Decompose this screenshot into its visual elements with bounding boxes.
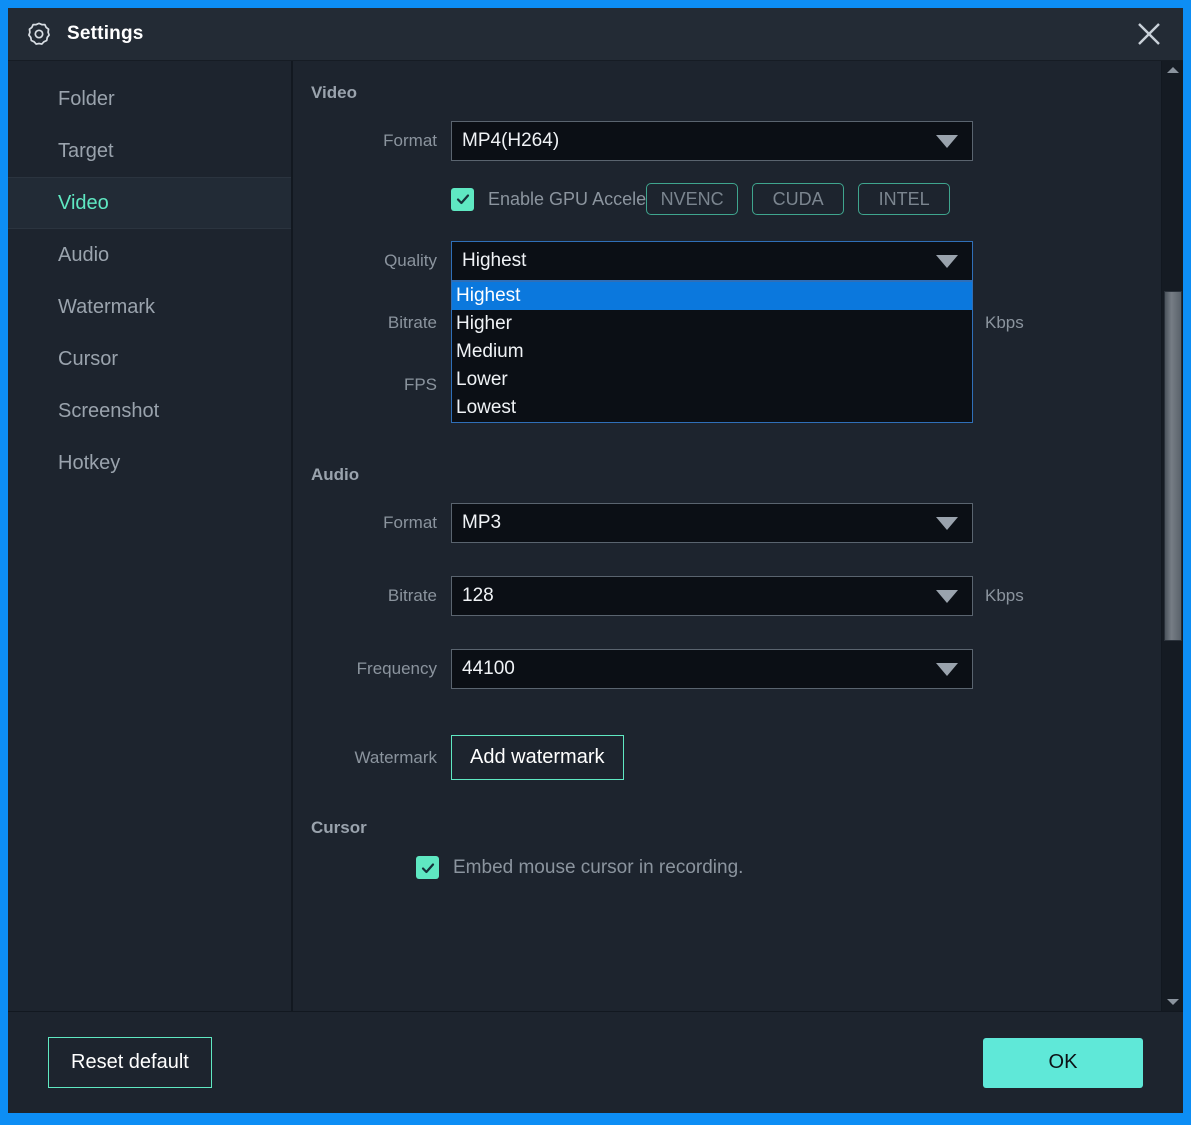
scrollbar-thumb[interactable] xyxy=(1164,291,1182,641)
gpu-acceleration-label: Enable GPU Accelera xyxy=(488,189,662,210)
gpu-option-nvenc[interactable]: NVENC xyxy=(646,183,738,215)
sidebar-item-label: Watermark xyxy=(58,296,155,319)
quality-option-higher[interactable]: Higher xyxy=(452,310,972,338)
sidebar-item-label: Video xyxy=(58,192,109,215)
quality-option-medium[interactable]: Medium xyxy=(452,338,972,366)
add-watermark-button[interactable]: Add watermark xyxy=(451,735,624,780)
title-bar: Settings xyxy=(8,8,1183,60)
embed-cursor-row: Embed mouse cursor in recording. xyxy=(311,856,1161,879)
cursor-section-title: Cursor xyxy=(311,818,1161,838)
video-fps-label: FPS xyxy=(311,375,451,395)
audio-frequency-value: 44100 xyxy=(462,658,936,680)
quality-option-lower[interactable]: Lower xyxy=(452,366,972,394)
quality-option-label: Lower xyxy=(456,369,508,391)
gpu-option-label: INTEL xyxy=(879,189,930,210)
sidebar-item-label: Hotkey xyxy=(58,452,120,475)
triangle-up-icon xyxy=(1167,67,1179,73)
audio-bitrate-value: 128 xyxy=(462,585,936,607)
audio-format-label: Format xyxy=(311,513,451,533)
video-quality-dropdown-list[interactable]: Highest Higher Medium Lower Lowest xyxy=(451,281,973,423)
audio-frequency-row: Frequency 44100 xyxy=(311,649,1161,689)
video-quality-select[interactable]: Highest xyxy=(451,241,973,281)
content-scrollbar[interactable] xyxy=(1161,61,1183,1011)
video-bitrate-unit: Kbps xyxy=(985,313,1024,333)
settings-sidebar: Folder Target Video Audio Watermark Curs… xyxy=(8,61,293,1011)
video-bitrate-label: Bitrate xyxy=(311,313,451,333)
audio-bitrate-label: Bitrate xyxy=(311,586,451,606)
sidebar-item-label: Target xyxy=(58,140,114,163)
chevron-down-icon xyxy=(936,590,958,603)
video-format-value: MP4(H264) xyxy=(462,130,936,152)
settings-window: Settings Folder Target Video Audio xyxy=(8,8,1183,1113)
audio-frequency-select[interactable]: 44100 xyxy=(451,649,973,689)
reset-default-button[interactable]: Reset default xyxy=(48,1037,212,1088)
chevron-down-icon xyxy=(936,517,958,530)
close-button[interactable] xyxy=(1125,10,1173,58)
sidebar-item-label: Cursor xyxy=(58,348,118,371)
quality-option-highest[interactable]: Highest xyxy=(452,282,972,310)
audio-format-row: Format MP3 xyxy=(311,503,1161,543)
scrollbar-up-button[interactable] xyxy=(1162,61,1183,79)
sidebar-item-audio[interactable]: Audio xyxy=(8,229,291,281)
quality-option-lowest[interactable]: Lowest xyxy=(452,394,972,422)
audio-bitrate-select[interactable]: 128 xyxy=(451,576,973,616)
chevron-down-icon xyxy=(936,135,958,148)
check-icon xyxy=(455,191,471,207)
chevron-down-icon xyxy=(936,255,958,268)
audio-bitrate-row: Bitrate 128 Kbps xyxy=(311,576,1161,616)
embed-cursor-checkbox[interactable] xyxy=(416,856,439,879)
dialog-body: Folder Target Video Audio Watermark Curs… xyxy=(8,60,1183,1011)
video-format-row: Format MP4(H264) xyxy=(311,121,1161,161)
video-format-label: Format xyxy=(311,131,451,151)
video-format-select[interactable]: MP4(H264) xyxy=(451,121,973,161)
triangle-down-icon xyxy=(1167,999,1179,1005)
audio-format-value: MP3 xyxy=(462,512,936,534)
window-title: Settings xyxy=(67,23,144,45)
sidebar-item-label: Audio xyxy=(58,244,109,267)
sidebar-item-video[interactable]: Video xyxy=(8,177,291,229)
gpu-option-label: CUDA xyxy=(773,189,824,210)
sidebar-item-folder[interactable]: Folder xyxy=(8,73,291,125)
sidebar-item-label: Screenshot xyxy=(58,400,159,423)
embed-cursor-label: Embed mouse cursor in recording. xyxy=(453,857,743,879)
audio-section-title: Audio xyxy=(311,465,1161,485)
sidebar-item-hotkey[interactable]: Hotkey xyxy=(8,437,291,489)
video-quality-value: Highest xyxy=(462,250,936,272)
gpu-option-label: NVENC xyxy=(661,189,724,210)
sidebar-item-watermark[interactable]: Watermark xyxy=(8,281,291,333)
gpu-option-intel[interactable]: INTEL xyxy=(858,183,950,215)
video-quality-label: Quality xyxy=(311,251,451,271)
quality-option-label: Higher xyxy=(456,313,512,335)
watermark-row: Watermark Add watermark xyxy=(311,735,1161,780)
close-icon xyxy=(1132,17,1166,51)
video-section-title: Video xyxy=(311,83,1161,103)
sidebar-item-cursor[interactable]: Cursor xyxy=(8,333,291,385)
sidebar-item-screenshot[interactable]: Screenshot xyxy=(8,385,291,437)
quality-option-label: Medium xyxy=(456,341,524,363)
watermark-label: Watermark xyxy=(311,748,451,768)
chevron-down-icon xyxy=(936,663,958,676)
sidebar-item-target[interactable]: Target xyxy=(8,125,291,177)
gpu-option-cuda[interactable]: CUDA xyxy=(752,183,844,215)
quality-option-label: Highest xyxy=(456,285,520,307)
audio-frequency-label: Frequency xyxy=(311,659,451,679)
audio-format-select[interactable]: MP3 xyxy=(451,503,973,543)
dialog-footer: Reset default OK xyxy=(8,1011,1183,1113)
video-quality-row: Quality Highest Highest Higher Med xyxy=(311,241,1161,281)
gear-icon xyxy=(26,21,52,47)
gpu-acceleration-checkbox[interactable] xyxy=(451,188,474,211)
sidebar-item-label: Folder xyxy=(58,88,115,111)
settings-content: Video Format MP4(H264) Enable xyxy=(293,61,1183,1011)
scrollbar-down-button[interactable] xyxy=(1162,993,1183,1011)
audio-bitrate-unit: Kbps xyxy=(985,586,1024,606)
ok-button[interactable]: OK xyxy=(983,1038,1143,1088)
gpu-acceleration-row: Enable GPU Accelera NVENC CUDA INTEL xyxy=(311,183,1161,215)
check-icon xyxy=(420,860,436,876)
quality-option-label: Lowest xyxy=(456,397,516,419)
